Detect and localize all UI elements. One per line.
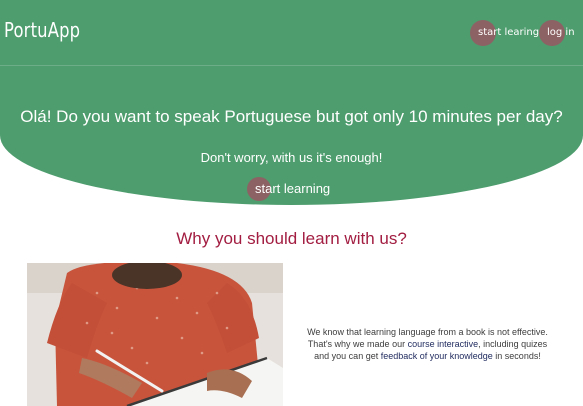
section-title: Why you should learn with us? [176,229,407,248]
feature-highlight-feedback: feedback of your knowledge [380,351,493,361]
hero-start-learning-button[interactable]: start learning [247,177,337,201]
nav-start-learning-button[interactable]: start learing [470,20,539,46]
feature-text-part-3: in seconds! [492,351,541,361]
learning-photo [27,263,283,406]
nav-start-learning-label: start learing [478,27,540,38]
app-logo[interactable]: PortuApp [4,18,80,42]
login-label: log in [547,27,575,38]
hero-headline: Olá! Do you want to speak Portuguese but… [20,107,563,126]
hero-subline: Don't worry, with us it's enough! [200,150,383,165]
hero-start-learning-label: start learning [255,181,331,196]
feature-description: We know that learning language from a bo… [305,326,550,362]
navbar: PortuApp start learing log in [0,0,583,66]
login-button[interactable]: log in [539,20,575,46]
feature-highlight-interactive: course interactive [407,339,479,349]
